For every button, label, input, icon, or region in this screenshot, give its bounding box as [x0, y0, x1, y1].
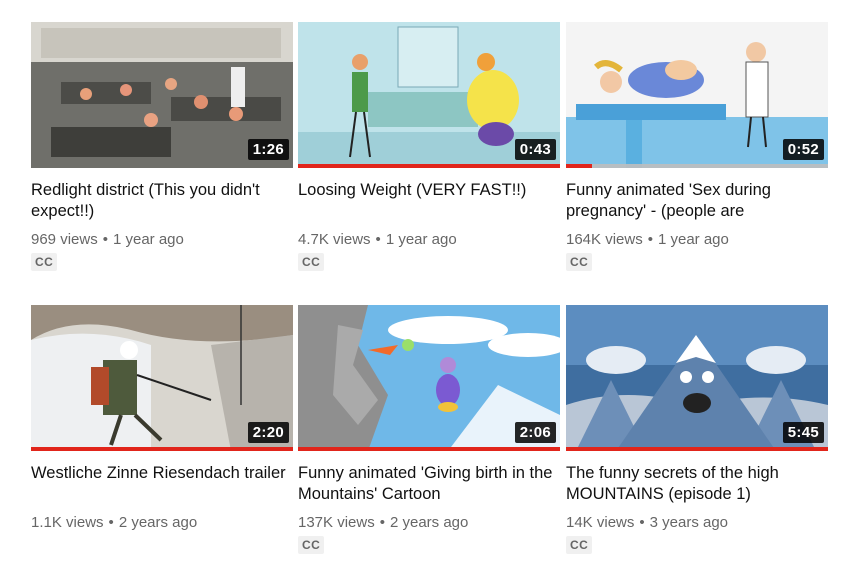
meta-separator: •: [375, 231, 381, 248]
video-title[interactable]: Redlight district (This you didn't expec…: [31, 180, 293, 222]
video-title[interactable]: Funny animated 'Sex during pregnancy' - …: [566, 180, 828, 222]
watch-progress: [298, 164, 560, 168]
duration-badge: 5:45: [782, 422, 824, 443]
video-meta: 1.1K views • 2 years ago: [31, 513, 293, 532]
meta-separator: •: [639, 514, 645, 531]
meta-separator: •: [379, 514, 385, 531]
watch-progress: [566, 447, 828, 451]
view-count: 164K views: [566, 231, 643, 248]
video-title[interactable]: Funny animated 'Giving birth in the Moun…: [298, 463, 560, 505]
view-count: 1.1K views: [31, 514, 104, 531]
video-card[interactable]: 2:06 Funny animated 'Giving birth in the…: [298, 305, 560, 554]
cc-badge: CC: [31, 253, 58, 271]
view-count: 969 views: [31, 231, 98, 248]
duration-badge: 2:06: [514, 422, 556, 443]
video-title[interactable]: Loosing Weight (VERY FAST!!): [298, 180, 560, 222]
meta-separator: •: [108, 514, 114, 531]
cc-badge: CC: [298, 536, 325, 554]
duration-badge: 1:26: [247, 139, 289, 160]
video-thumbnail[interactable]: 5:45: [566, 305, 828, 451]
video-meta: 137K views • 2 years ago: [298, 513, 560, 532]
cc-badge: CC: [298, 253, 325, 271]
watch-progress: [298, 447, 560, 451]
cc-badge: CC: [566, 536, 593, 554]
meta-separator: •: [102, 231, 108, 248]
duration-badge: 2:20: [247, 422, 289, 443]
video-meta: 969 views • 1 year ago: [31, 230, 293, 249]
watch-progress-fill: [298, 447, 560, 451]
video-card[interactable]: 2:20 Westliche Zinne Riesendach trailer …: [31, 305, 293, 532]
video-card[interactable]: 5:45 The funny secrets of the high MOUNT…: [566, 305, 828, 554]
view-count: 14K views: [566, 514, 635, 531]
watch-progress-fill: [31, 447, 293, 451]
video-thumbnail[interactable]: 2:20: [31, 305, 293, 451]
watch-progress: [566, 164, 828, 168]
video-meta: 164K views • 1 year ago: [566, 230, 828, 249]
video-thumbnail[interactable]: 0:43: [298, 22, 560, 168]
video-card[interactable]: 0:43 Loosing Weight (VERY FAST!!) 4.7K v…: [298, 22, 560, 271]
video-thumbnail[interactable]: 0:52: [566, 22, 828, 168]
upload-age: 2 years ago: [389, 514, 469, 531]
video-meta: 14K views • 3 years ago: [566, 513, 828, 532]
view-count: 137K views: [298, 514, 375, 531]
upload-age: 1 year ago: [657, 231, 729, 248]
upload-age: 1 year ago: [385, 231, 457, 248]
view-count: 4.7K views: [298, 231, 371, 248]
watch-progress-fill: [566, 447, 828, 451]
upload-age: 2 years ago: [118, 514, 198, 531]
video-thumbnail[interactable]: 2:06: [298, 305, 560, 451]
video-card[interactable]: 1:26 Redlight district (This you didn't …: [31, 22, 293, 271]
video-title[interactable]: Westliche Zinne Riesendach trailer: [31, 463, 293, 505]
video-meta: 4.7K views • 1 year ago: [298, 230, 560, 249]
watch-progress-fill: [298, 164, 560, 168]
meta-separator: •: [647, 231, 653, 248]
cc-badge: CC: [566, 253, 593, 271]
video-title[interactable]: The funny secrets of the high MOUNTAINS …: [566, 463, 828, 505]
watch-progress-fill: [566, 164, 593, 168]
video-card[interactable]: 0:52 Funny animated 'Sex during pregnanc…: [566, 22, 828, 271]
upload-age: 1 year ago: [112, 231, 184, 248]
video-thumbnail[interactable]: 1:26: [31, 22, 293, 168]
upload-age: 3 years ago: [649, 514, 729, 531]
duration-badge: 0:52: [782, 139, 824, 160]
duration-badge: 0:43: [514, 139, 556, 160]
watch-progress: [31, 447, 293, 451]
